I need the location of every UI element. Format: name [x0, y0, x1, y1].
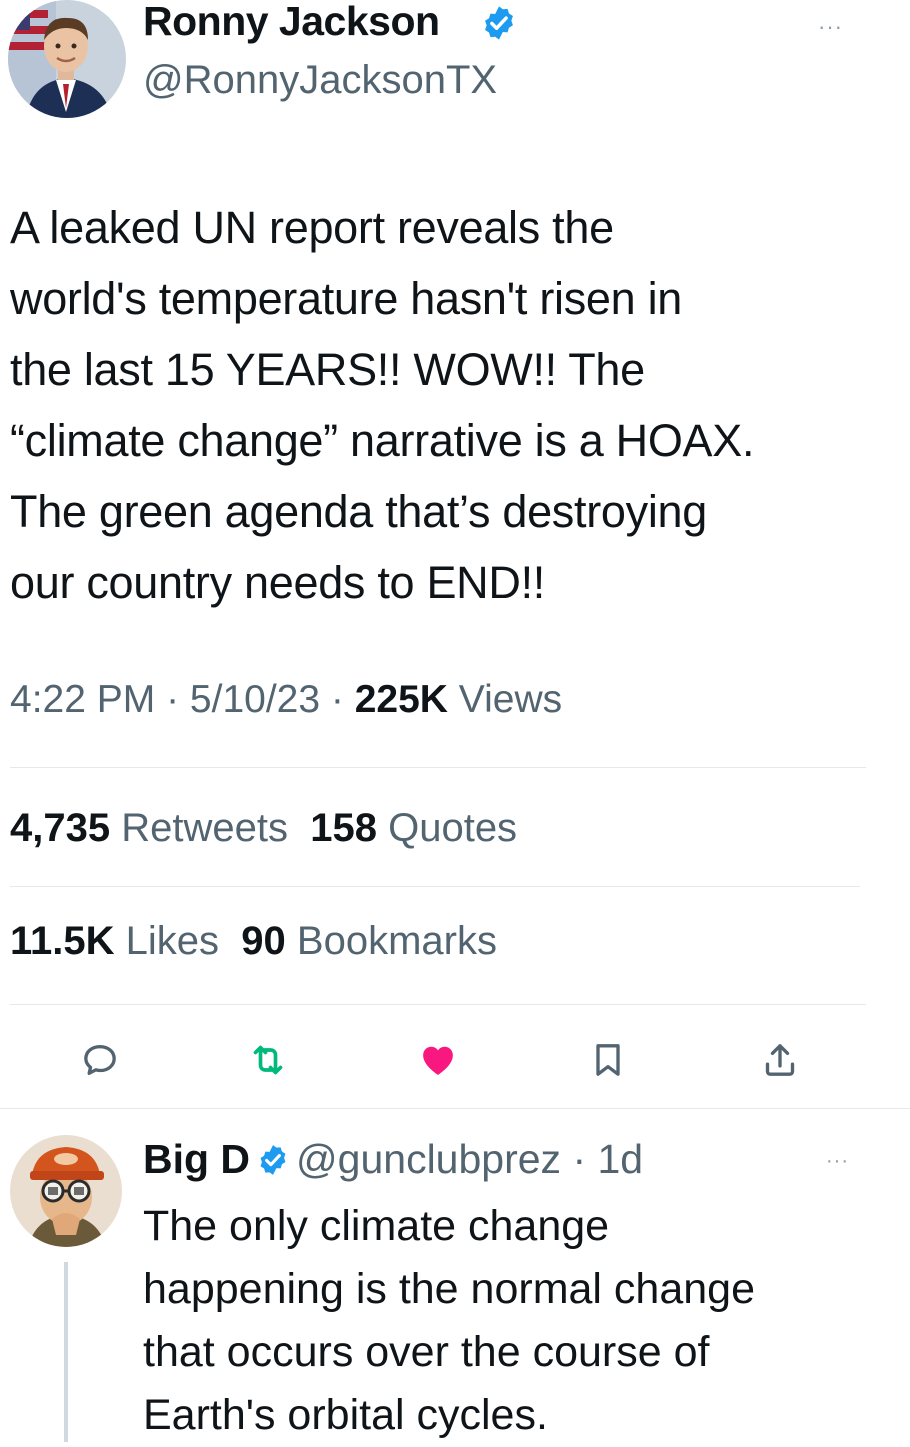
retweets-label: Retweets	[121, 806, 288, 850]
retweet-icon	[253, 1045, 283, 1075]
author-handle[interactable]: @RonnyJacksonTX	[143, 58, 497, 103]
tweet-meta: 4:22 PM · 5/10/23 · 225K Views	[10, 678, 562, 722]
author-avatar[interactable]	[8, 0, 126, 118]
retweets-count: 4,735	[10, 806, 111, 850]
reply-more-options-icon[interactable]: ···	[826, 1150, 849, 1173]
bookmarks-count: 90	[241, 919, 286, 963]
likes-count: 11.5K	[10, 919, 115, 963]
divider	[10, 1004, 866, 1005]
quotes-label: Quotes	[388, 806, 518, 850]
meta-separator: ·	[155, 678, 190, 721]
quotes-stat[interactable]: 158 Quotes	[310, 806, 517, 850]
divider	[10, 767, 866, 768]
quotes-count: 158	[310, 806, 377, 850]
tweet-date[interactable]: 5/10/23	[190, 678, 320, 721]
divider	[0, 1108, 910, 1109]
reply-button[interactable]	[76, 1036, 124, 1084]
reply-author-avatar[interactable]	[10, 1135, 122, 1247]
reply-icon	[84, 1045, 116, 1075]
divider	[10, 886, 860, 887]
retweet-button[interactable]	[244, 1036, 292, 1084]
stats-row-1: 4,735 Retweets 158 Quotes	[10, 806, 517, 851]
reply-avatar-image	[10, 1135, 122, 1247]
reply-separator: ·	[561, 1136, 598, 1182]
thread-line	[64, 1262, 68, 1442]
author-avatar-image	[8, 0, 126, 118]
tweet-time[interactable]: 4:22 PM	[10, 678, 155, 721]
reply-author-handle[interactable]: @gunclubprez	[296, 1136, 561, 1182]
like-button[interactable]	[414, 1036, 462, 1084]
reply-age[interactable]: 1d	[597, 1136, 643, 1182]
stats-row-2: 11.5K Likes 90 Bookmarks	[10, 919, 497, 964]
bookmarks-label: Bookmarks	[296, 919, 497, 963]
likes-label: Likes	[125, 919, 220, 963]
share-button[interactable]	[756, 1036, 804, 1084]
views-label: Views	[458, 678, 563, 721]
retweets-stat[interactable]: 4,735 Retweets	[10, 806, 288, 850]
reply-text: The only climate change happening is the…	[143, 1202, 755, 1439]
more-options-icon[interactable]: ···	[818, 14, 843, 40]
bookmark-icon	[596, 1044, 620, 1076]
likes-stat[interactable]: 11.5K Likes	[10, 919, 219, 963]
share-icon	[765, 1044, 795, 1076]
verified-badge-icon	[256, 1140, 290, 1175]
bookmarks-stat[interactable]: 90 Bookmarks	[241, 919, 497, 963]
bookmark-button[interactable]	[584, 1036, 632, 1084]
reply-header: Big D @gunclubprez · 1d	[143, 1136, 643, 1183]
tweet-text: A leaked UN report reveals the world's t…	[10, 202, 755, 608]
meta-separator: ·	[320, 678, 355, 721]
verified-badge-icon	[480, 4, 518, 42]
author-name[interactable]: Ronny Jackson	[143, 0, 440, 45]
views-count: 225K	[354, 678, 448, 721]
reply-author-name[interactable]: Big D	[143, 1136, 250, 1182]
heart-icon	[423, 1046, 453, 1075]
